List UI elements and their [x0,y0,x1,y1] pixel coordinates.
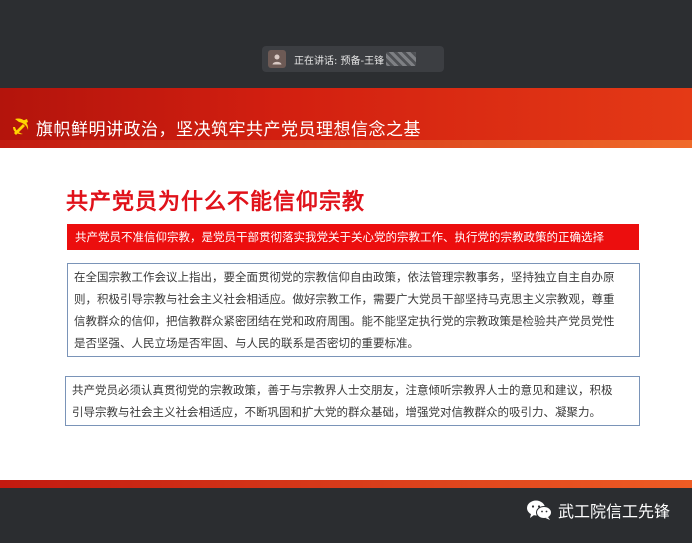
speaker-label: 正在讲话: 预备-王锋 [294,55,385,67]
speaker-avatar [268,50,286,68]
slide-heading: 共产党员为什么不能信仰宗教 [66,190,366,215]
key-statement-banner: 共产党员不准信仰宗教，是党员干部贯彻落实我党关于关心党的宗教工作、执行党的宗教政… [67,224,639,250]
watermark-text: 武工院信工先锋 [557,502,670,521]
text-line: 共产党员必须认真贯彻党的宗教政策，善于与宗教界人士交朋友，注意倾听宗教界人士的意… [72,383,613,397]
slide-body: 共产党员为什么不能信仰宗教 共产党员不准信仰宗教，是党员干部贯彻落实我党关于关心… [8,148,684,480]
slide-footer-strip [0,480,692,488]
speaker-indicator: 正在讲话: 预备-王锋 [262,46,444,72]
text-box-policy: 在全国宗教工作会议上指出，要全面贯彻党的宗教信仰自由政策，依法管理宗教事务，坚持… [67,263,640,357]
slide-header-title: 旗帜鲜明讲政治，坚决筑牢共产党员理想信念之基 [36,120,421,140]
wechat-icon [526,500,552,520]
text-line: 引导宗教与社会主义社会相适应，不断巩固和扩大党的群众基础，增强党对信教群众的吸引… [72,405,601,419]
blurred-name [386,52,416,66]
user-icon [272,54,282,65]
text-box-duty: 共产党员必须认真贯彻党的宗教政策，善于与宗教界人士交朋友，注意倾听宗教界人士的意… [65,376,640,426]
shared-slide: 旗帜鲜明讲政治，坚决筑牢共产党员理想信念之基 共产党员为什么不能信仰宗教 共产党… [0,88,692,488]
meeting-topbar: 正在讲话: 预备-王锋 [0,0,692,88]
text-line: 则，积极引导宗教与社会主义社会相适应。做好宗教工作，需要广大党员干部坚持马克思主… [74,292,615,306]
watermark: 武工院信工先锋 [526,498,670,522]
text-line: 是否坚强、人民立场是否牢固、与人民的联系是否密切的重要标准。 [74,336,419,350]
party-emblem-icon [13,118,29,135]
text-line: 在全国宗教工作会议上指出，要全面贯彻党的宗教信仰自由政策，依法管理宗教事务，坚持… [74,270,615,284]
slide-header: 旗帜鲜明讲政治，坚决筑牢共产党员理想信念之基 [0,88,692,146]
header-divider [0,140,692,148]
text-line: 信教群众的信仰，把信教群众紧密团结在党和政府周围。能不能坚定执行党的宗教政策是检… [74,314,615,328]
